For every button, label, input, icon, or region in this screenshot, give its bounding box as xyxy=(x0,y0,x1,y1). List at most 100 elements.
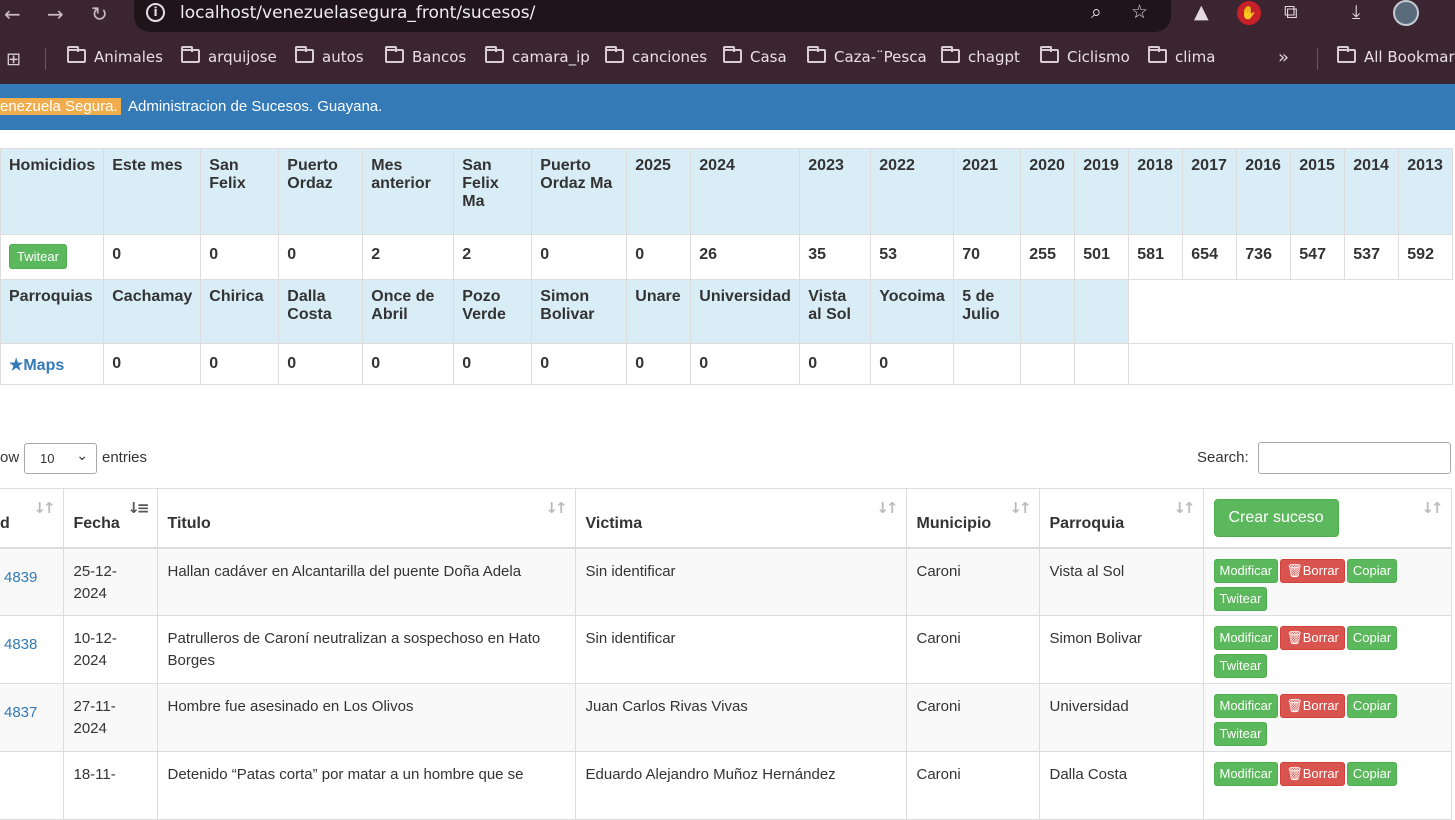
search-label: Search: xyxy=(1197,449,1249,466)
delete-button[interactable]: 🗑Borrar xyxy=(1280,694,1345,718)
page-length-value: 10 xyxy=(40,451,55,466)
column-header-parroquia[interactable]: Parroquia ↓↑ xyxy=(1039,488,1204,549)
copy-button[interactable]: Copiar xyxy=(1346,626,1398,650)
page-length-select[interactable]: 10 ⌄ xyxy=(24,443,97,474)
stats-header-cell: 2024 xyxy=(690,148,801,235)
stats-header-cell: 2013 xyxy=(1398,148,1454,235)
actions-cell: Modificar 🗑Borrar Copiar xyxy=(1203,751,1452,820)
modify-button[interactable]: Modificar xyxy=(1213,694,1279,718)
stats-header-cell: Puerto Ordaz xyxy=(278,148,364,235)
folder-icon xyxy=(605,46,624,63)
drive-extension-icon[interactable]: ▲ xyxy=(1194,1,1209,23)
show-label: ow xyxy=(0,449,20,466)
column-header-municipio[interactable]: Municipio ↓↑ xyxy=(906,488,1040,549)
app-header: enezuela Segura. Administracion de Suces… xyxy=(0,84,1455,130)
stats-value: 0 xyxy=(103,343,202,385)
stats-value: 53 xyxy=(870,234,955,280)
bookmark-folder[interactable]: Animales xyxy=(67,46,163,70)
modify-button[interactable]: Modificar xyxy=(1213,626,1279,650)
suceso-id-link[interactable]: 4838 xyxy=(4,636,37,653)
brand-label[interactable]: enezuela Segura. xyxy=(0,98,121,115)
stats-header-cell-empty xyxy=(1074,279,1130,344)
id-cell xyxy=(0,751,64,820)
zoom-icon[interactable]: ⌕ xyxy=(1091,1,1102,23)
stats-table: Homicidios Este mes San Felix Puerto Ord… xyxy=(0,148,1454,385)
bookmark-folder[interactable]: Bancos xyxy=(385,46,466,70)
bookmark-folder[interactable]: camara_ip xyxy=(485,46,590,70)
stats-value: 0 xyxy=(626,234,692,280)
stats-value: 26 xyxy=(690,234,801,280)
parroquia-cell: Dalla Costa xyxy=(1039,751,1204,820)
folder-icon xyxy=(1040,46,1059,63)
tweet-button[interactable]: Twitear xyxy=(1213,654,1268,678)
column-header-titulo[interactable]: Titulo ↓↑ xyxy=(157,488,576,549)
sucesos-table: d ↓↑ Fecha ↓≡ Titulo ↓↑ Victima ↓↑ Municipio… xyxy=(0,488,1452,820)
suceso-id-link[interactable]: 4839 xyxy=(4,569,37,586)
download-icon[interactable]: ⤓ xyxy=(1352,1,1360,23)
entries-label: entries xyxy=(102,449,148,466)
stats-header-cell: Puerto Ordaz Ma xyxy=(531,148,628,235)
address-bar[interactable]: i localhost/venezuelasegura_front/suceso… xyxy=(134,0,1171,32)
column-header-fecha[interactable]: Fecha ↓≡ xyxy=(63,488,158,549)
victima-cell: Sin identificar xyxy=(575,547,907,616)
bookmarks-divider xyxy=(1317,48,1318,70)
copy-button[interactable]: Copiar xyxy=(1346,694,1398,718)
modify-button[interactable]: Modificar xyxy=(1213,558,1279,583)
stats-header-cell-empty xyxy=(1020,279,1076,344)
bookmark-folder[interactable]: clima xyxy=(1148,46,1215,70)
copy-button[interactable]: Copiar xyxy=(1346,558,1398,583)
parroquia-cell: Universidad xyxy=(1039,683,1204,752)
create-suceso-button[interactable]: Crear suceso xyxy=(1213,498,1339,537)
reload-icon[interactable]: ↻ xyxy=(91,2,108,26)
extensions-icon[interactable]: ⧉ xyxy=(1284,1,1298,23)
adblock-extension-icon[interactable]: ✋ xyxy=(1237,1,1261,25)
url-text[interactable]: localhost/venezuelasegura_front/sucesos/ xyxy=(180,3,535,23)
modify-button[interactable]: Modificar xyxy=(1213,762,1279,786)
stats-header-cell: San Felix xyxy=(200,148,280,235)
column-header-id[interactable]: d ↓↑ xyxy=(0,488,64,549)
apps-grid-icon[interactable]: ⊞ xyxy=(6,49,21,70)
bookmark-folder[interactable]: canciones xyxy=(605,46,707,70)
stats-header-cell: Yocoima xyxy=(870,279,955,344)
table-row: 4837 27-11-2024 Hombre fue asesinado en … xyxy=(0,683,1452,752)
profile-avatar[interactable] xyxy=(1393,0,1419,26)
stats-header-cell: Mes anterior xyxy=(362,148,455,235)
bookmark-folder[interactable]: arquijose xyxy=(181,46,277,70)
bookmarks-divider xyxy=(45,48,46,70)
stats-header-cell: 2019 xyxy=(1074,148,1130,235)
forward-icon[interactable]: → xyxy=(47,2,64,26)
fecha-cell: 18-11- xyxy=(63,751,158,820)
search-input[interactable] xyxy=(1258,442,1451,474)
maps-link[interactable]: ★Maps xyxy=(9,357,64,374)
delete-button[interactable]: 🗑Borrar xyxy=(1280,626,1345,650)
stats-header-cell: 5 de Julio xyxy=(953,279,1022,344)
tweet-button[interactable]: Twitear xyxy=(1213,586,1268,611)
suceso-id-link[interactable]: 4837 xyxy=(4,704,37,721)
column-header-victima[interactable]: Victima ↓↑ xyxy=(575,488,907,549)
bookmark-folder[interactable]: chagpt xyxy=(941,46,1020,70)
stats-value: 255 xyxy=(1020,234,1076,280)
copy-button[interactable]: Copiar xyxy=(1346,762,1398,786)
sort-icon: ↓↑ xyxy=(545,499,567,517)
titulo-cell: Hallan cadáver en Alcantarilla del puent… xyxy=(157,547,576,616)
site-info-icon[interactable]: i xyxy=(146,3,165,22)
all-bookmarks-folder[interactable]: All Bookmarks xyxy=(1337,46,1455,70)
chevron-down-icon: ⌄ xyxy=(76,448,88,464)
delete-button[interactable]: 🗑Borrar xyxy=(1280,762,1345,786)
delete-button[interactable]: 🗑Borrar xyxy=(1280,558,1345,583)
bookmark-folder[interactable]: autos xyxy=(295,46,364,70)
bookmark-folder[interactable]: Caza-¨Pesca xyxy=(807,46,927,70)
tweet-button[interactable]: Twitear xyxy=(1213,722,1268,746)
parroquias-header-row: Parroquias Cachamay Chirica Dalla Costa … xyxy=(0,279,1453,344)
stats-value: 0 xyxy=(362,343,455,385)
folder-icon xyxy=(295,46,314,63)
more-bookmarks-icon[interactable]: » xyxy=(1278,47,1289,68)
back-icon[interactable]: ← xyxy=(4,2,21,26)
twitear-button[interactable]: Twitear xyxy=(9,244,67,269)
titulo-cell: Detenido “Patas corta” por matar a un ho… xyxy=(157,751,576,820)
star-icon[interactable]: ☆ xyxy=(1131,1,1148,23)
id-cell: 4837 xyxy=(0,683,64,752)
bookmark-folder[interactable]: Ciclismo xyxy=(1040,46,1130,70)
stats-header-cell: 2021 xyxy=(953,148,1022,235)
bookmark-folder[interactable]: Casa xyxy=(723,46,787,70)
